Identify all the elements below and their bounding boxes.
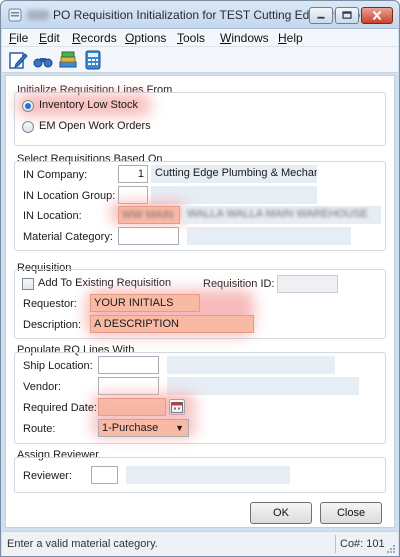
in-company-name: Cutting Edge Plumbing & Mechanic... xyxy=(151,165,317,183)
menu-options[interactable]: Options xyxy=(125,31,166,45)
minimize-button[interactable] xyxy=(309,7,333,24)
route-select[interactable]: 1-Purchase ▼ xyxy=(98,419,189,437)
status-message: Enter a valid material category. xyxy=(7,538,158,550)
in-company-input[interactable]: 1 xyxy=(118,165,148,183)
reviewer-name xyxy=(126,466,290,484)
menu-edit[interactable]: Edit xyxy=(39,31,60,45)
menu-bar: File Edit Records Options Tools Windows … xyxy=(2,29,398,47)
status-bar: Enter a valid material category. Co#: 10… xyxy=(2,531,398,556)
material-category-label: Material Category: xyxy=(23,231,113,243)
radio-em-open-work-orders-label: EM Open Work Orders xyxy=(39,120,151,132)
ok-button[interactable]: OK xyxy=(250,502,312,524)
menu-tools[interactable]: Tools xyxy=(177,31,205,45)
close-icon xyxy=(372,10,382,21)
radio-inventory-low-stock[interactable] xyxy=(22,100,34,112)
required-date-input[interactable] xyxy=(98,398,166,416)
in-location-name-text: WALLA WALLA MAIN WAREHOUSE xyxy=(187,208,368,220)
radio-em-open-work-orders[interactable] xyxy=(22,121,34,133)
requisition-id-label: Requisition ID: xyxy=(203,278,275,290)
description-label: Description: xyxy=(23,319,82,331)
in-company-label: IN Company: xyxy=(23,169,88,181)
menu-records[interactable]: Records xyxy=(72,31,117,45)
vendor-name xyxy=(167,377,359,395)
vendor-input[interactable] xyxy=(98,377,159,395)
ship-location-name xyxy=(167,356,335,374)
form-panel: Initialize Requisition Lines From Invent… xyxy=(5,75,395,528)
in-location-label: IN Location: xyxy=(23,210,82,222)
maximize-button[interactable] xyxy=(335,7,359,24)
title-blurred-prefix xyxy=(27,10,49,20)
resize-grip-icon[interactable] xyxy=(386,544,396,554)
reviewer-input[interactable] xyxy=(91,466,118,484)
requestor-input[interactable]: YOUR INITIALS xyxy=(90,294,200,312)
in-location-group-label: IN Location Group: xyxy=(23,190,116,202)
close-window-button[interactable] xyxy=(361,7,393,24)
binoculars-icon[interactable] xyxy=(33,50,53,70)
requisition-id-input[interactable] xyxy=(277,275,338,293)
in-location-name: WALLA WALLA MAIN WAREHOUSE xyxy=(183,206,381,224)
company-number: Co#: 101 xyxy=(340,538,385,550)
status-separator xyxy=(335,535,336,553)
in-location-input[interactable]: WW MAIN xyxy=(118,206,180,224)
description-input[interactable]: A DESCRIPTION xyxy=(90,315,254,333)
edit-form-icon[interactable] xyxy=(8,50,28,70)
ship-location-label: Ship Location: xyxy=(23,360,93,372)
app-icon xyxy=(8,8,22,22)
title-bar[interactable]: PO Requisition Initialization for TEST C… xyxy=(1,1,399,29)
menu-help[interactable]: Help xyxy=(278,31,303,45)
chevron-down-icon: ▼ xyxy=(175,423,184,433)
reviewer-label: Reviewer: xyxy=(23,470,72,482)
calendar-icon xyxy=(171,402,183,413)
requestor-label: Requestor: xyxy=(23,298,77,310)
add-existing-label: Add To Existing Requisition xyxy=(38,277,172,289)
route-value: 1-Purchase xyxy=(102,422,159,434)
close-button[interactable]: Close xyxy=(320,502,382,524)
material-category-name xyxy=(187,227,351,245)
material-category-input[interactable] xyxy=(118,227,179,245)
radio-inventory-low-stock-label: Inventory Low Stock xyxy=(39,99,139,111)
stacked-books-icon[interactable] xyxy=(58,50,78,70)
window: PO Requisition Initialization for TEST C… xyxy=(0,0,400,557)
in-location-value: WW MAIN xyxy=(122,209,174,221)
required-date-label: Required Date: xyxy=(23,402,97,414)
calculator-icon[interactable] xyxy=(83,50,103,70)
add-existing-checkbox[interactable] xyxy=(22,278,34,290)
calendar-button[interactable] xyxy=(169,399,185,415)
toolbar xyxy=(2,47,398,73)
ship-location-input[interactable] xyxy=(98,356,159,374)
route-label: Route: xyxy=(23,423,56,435)
vendor-label: Vendor: xyxy=(23,381,61,393)
maximize-icon xyxy=(342,11,352,19)
menu-windows[interactable]: Windows xyxy=(220,31,269,45)
minimize-icon xyxy=(317,16,325,19)
menu-file[interactable]: File xyxy=(9,31,28,45)
